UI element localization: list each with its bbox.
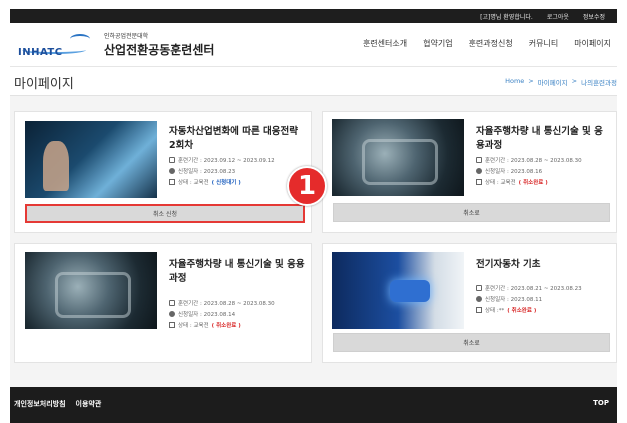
main-nav: 훈련센터소개 협약기업 훈련과정신청 커뮤니티 마이페이지 <box>363 38 611 49</box>
status-badge: ( 취소완료 ) <box>211 323 241 330</box>
document-icon <box>476 179 482 186</box>
document-icon <box>169 179 175 186</box>
calendar-icon <box>169 157 175 163</box>
logo-title: 산업전환공동훈련센터 <box>104 43 215 57</box>
status-label: 상태 : 교육전 <box>178 180 209 187</box>
inhatc-logo-icon: INHATC <box>18 32 98 58</box>
cancelled-button[interactable]: 취소료 <box>333 203 610 222</box>
scroll-top-button[interactable]: TOP <box>593 399 609 407</box>
status-badge: ( 취소완료 ) <box>507 308 537 315</box>
site-header: INHATC 인하공업전문대학 산업전환공동훈련센터 훈련센터소개 협약기업 훈… <box>10 23 617 67</box>
apply-date: 신청일자 : 2023.08.16 <box>485 169 543 176</box>
course-title[interactable]: 자율주행차량 내 통신기술 및 응용과정 <box>169 258 305 286</box>
clock-icon <box>169 311 175 318</box>
course-card: 자율주행차량 내 통신기술 및 응용과정 훈련기간 : 2023.08.28 ~… <box>322 111 617 233</box>
status-label: 상태 : 교육전 <box>178 323 209 330</box>
nav-item-course-apply[interactable]: 훈련과정신청 <box>469 38 513 49</box>
status-label: 상태 :** <box>485 308 505 315</box>
breadcrumb-home[interactable]: Home <box>505 77 524 87</box>
course-card: 자율주행차량 내 통신기술 및 응용과정 훈련기간 : 2023.08.28 ~… <box>14 243 312 363</box>
edit-info-link[interactable]: 정보수정 <box>583 12 605 21</box>
apply-date: 신청일자 : 2023.08.14 <box>178 312 236 319</box>
breadcrumb: Home > 마이페이지 > 나의훈련과정 <box>505 77 617 87</box>
course-title[interactable]: 자율주행차량 내 통신기술 및 응용과정 <box>476 125 610 153</box>
breadcrumb-separator: > <box>571 77 578 85</box>
terms-link[interactable]: 이용약관 <box>76 399 102 409</box>
engine-image <box>332 119 464 196</box>
car-tech-image <box>25 121 157 198</box>
page-title: 마이페이지 <box>14 77 74 92</box>
course-title[interactable]: 전기자동차 기초 <box>476 258 610 272</box>
apply-date: 신청일자 : 2023.08.11 <box>485 297 543 304</box>
ev-charging-image <box>332 252 464 329</box>
breadcrumb-current: 나의훈련과정 <box>581 79 617 87</box>
logout-link[interactable]: 로그아웃 <box>547 12 569 21</box>
course-card: 전기자동차 기초 훈련기간 : 2023.08.21 ~ 2023.08.23 … <box>322 243 617 363</box>
nav-item-community[interactable]: 커뮤니티 <box>529 38 558 49</box>
site-footer: 개인정보처리방침 이용약관 TOP <box>10 387 617 423</box>
calendar-icon <box>169 300 175 306</box>
nav-item-mypage[interactable]: 마이페이지 <box>574 38 611 49</box>
page-title-bar: 마이페이지 Home > 마이페이지 > 나의훈련과정 <box>10 68 617 96</box>
clock-icon <box>169 168 175 175</box>
cancelled-button[interactable]: 취소료 <box>333 333 610 352</box>
course-card: 자동차산업변화에 따른 대응전략 2회차 훈련기간 : 2023.09.12 ~… <box>14 111 312 233</box>
course-list-area: 자동차산업변화에 따른 대응전략 2회차 훈련기간 : 2023.09.12 ~… <box>10 96 617 387</box>
nav-item-about[interactable]: 훈련센터소개 <box>363 38 407 49</box>
step-marker-badge: 1 <box>287 166 327 206</box>
breadcrumb-mypage[interactable]: 마이페이지 <box>538 77 568 87</box>
status-label: 상태 : 교육전 <box>485 180 516 187</box>
course-title[interactable]: 자동차산업변화에 따른 대응전략 2회차 <box>169 125 305 153</box>
welcome-text: [고]명님 환영합니다. <box>480 13 533 21</box>
nav-item-partners[interactable]: 협약기업 <box>423 38 452 49</box>
cancel-request-button[interactable]: 취소 신청 <box>25 204 305 223</box>
logo-subtitle: 인하공업전문대학 <box>104 33 149 40</box>
training-period: 훈련기간 : 2023.08.28 ~ 2023.08.30 <box>485 158 582 164</box>
document-icon <box>169 322 175 329</box>
privacy-policy-link[interactable]: 개인정보처리방침 <box>14 399 66 409</box>
status-badge: ( 취소완료 ) <box>518 180 548 187</box>
breadcrumb-separator: > <box>528 77 534 85</box>
site-logo[interactable]: INHATC 인하공업전문대학 산업전환공동훈련센터 <box>18 31 214 58</box>
status-badge: ( 신청대기 ) <box>211 180 241 187</box>
training-period: 훈련기간 : 2023.08.21 ~ 2023.08.23 <box>485 286 582 292</box>
top-utility-bar: [고]명님 환영합니다. 로그아웃 정보수정 <box>10 9 617 23</box>
apply-date: 신청일자 : 2023.08.23 <box>178 169 236 176</box>
clock-icon <box>476 168 482 175</box>
document-icon <box>476 307 482 314</box>
calendar-icon <box>476 157 482 163</box>
engine-image <box>25 252 157 329</box>
training-period: 훈련기간 : 2023.09.12 ~ 2023.09.12 <box>178 158 275 164</box>
calendar-icon <box>476 285 482 291</box>
training-period: 훈련기간 : 2023.08.28 ~ 2023.08.30 <box>178 301 275 307</box>
clock-icon <box>476 296 482 303</box>
